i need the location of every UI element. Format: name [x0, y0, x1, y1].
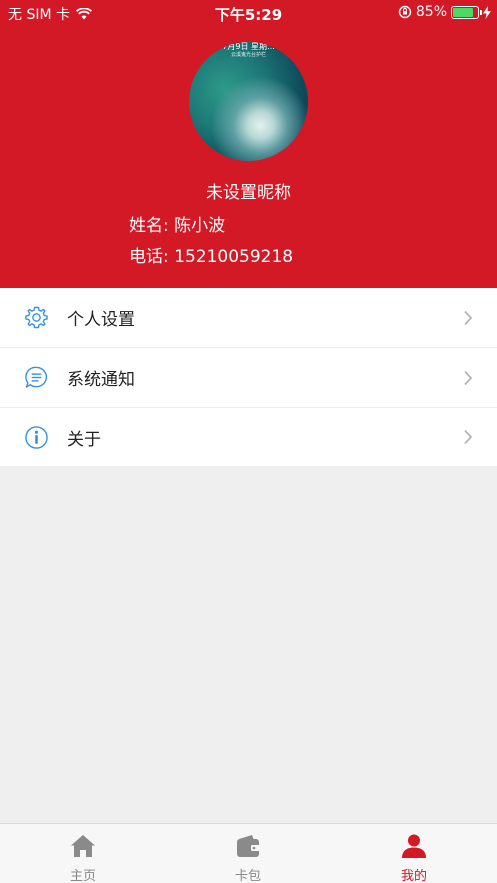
tab-label: 卡包	[234, 869, 261, 883]
name-value: 陈小波	[174, 216, 226, 236]
menu-item-personal-settings[interactable]: 个人设置	[0, 288, 497, 348]
tab-mine[interactable]: 我的	[354, 824, 474, 883]
battery-percent: 85%	[415, 4, 447, 20]
menu-item-label: 系统通知	[67, 370, 135, 390]
battery-icon	[451, 5, 482, 19]
profile-header: 无 SIM 卡 下午5:29 85% 7月9日 星期... 云溪鬼光台护栏 未设…	[0, 0, 497, 288]
avatar-lockscreen-text: 7月9日 星期... 云溪鬼光台护栏	[222, 42, 275, 58]
phone-label: 电话:	[129, 247, 169, 267]
tab-home[interactable]: 主页	[23, 824, 143, 883]
home-icon	[71, 835, 95, 857]
gear-icon	[25, 306, 48, 329]
tab-wallet[interactable]: 卡包	[188, 824, 308, 883]
menu-item-about[interactable]: 关于	[0, 408, 497, 466]
message-icon	[25, 366, 48, 388]
user-icon	[402, 834, 426, 858]
wallet-icon	[237, 835, 260, 857]
name-label: 姓名:	[129, 216, 169, 236]
menu-item-label: 关于	[67, 429, 101, 450]
menu-item-system-notifications[interactable]: 系统通知	[0, 348, 497, 408]
tab-label: 我的	[400, 869, 427, 883]
status-bar: 无 SIM 卡 下午5:29 85%	[0, 0, 497, 26]
chevron-right-icon	[464, 429, 473, 445]
charging-icon	[483, 5, 491, 19]
info-icon	[25, 425, 48, 449]
status-right: 85%	[398, 4, 491, 20]
tab-label: 主页	[69, 869, 96, 883]
phone-row: 电话: 15210059218	[129, 242, 293, 267]
name-row: 姓名: 陈小波	[129, 211, 225, 236]
chevron-right-icon	[464, 310, 473, 325]
menu-item-label: 个人设置	[67, 310, 135, 330]
tab-bar: 主页 卡包 我的	[0, 823, 497, 883]
phone-value: 15210059218	[174, 247, 294, 267]
nickname: 未设置昵称	[206, 183, 291, 203]
settings-menu: 个人设置 系统通知 关于	[0, 288, 497, 466]
battery-fill	[453, 7, 474, 17]
chevron-right-icon	[464, 370, 473, 385]
rotation-lock-icon	[398, 5, 412, 19]
avatar[interactable]: 7月9日 星期... 云溪鬼光台护栏	[189, 42, 308, 161]
